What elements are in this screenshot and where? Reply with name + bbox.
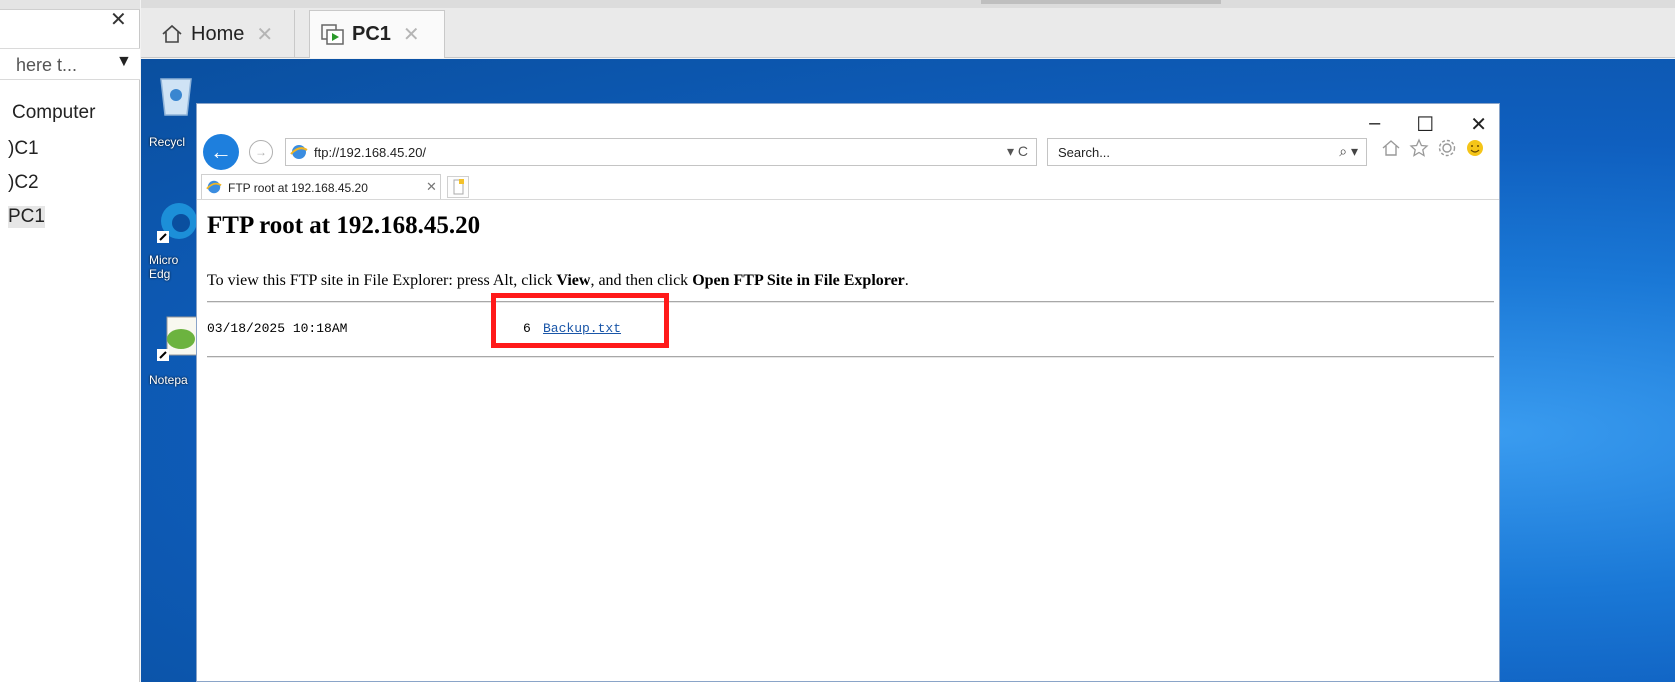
search-icon[interactable]: ⌕ ▾	[1339, 143, 1358, 160]
back-button[interactable]: ←	[203, 134, 239, 170]
search-placeholder: Search...	[1058, 145, 1111, 160]
divider-bottom	[207, 356, 1494, 358]
tab-divider	[197, 199, 1499, 200]
note-end: .	[904, 272, 909, 289]
library-search-text: here t...	[16, 55, 78, 75]
library-item-dc1[interactable]: )C1	[8, 138, 39, 160]
maximize-button[interactable]: ☐	[1416, 112, 1434, 137]
new-tab-button[interactable]	[447, 176, 469, 198]
tab-pc1-label: PC1	[352, 23, 391, 45]
library-item-my-computer[interactable]: Computer	[12, 102, 95, 124]
note-view: View	[556, 272, 591, 289]
internet-explorer-window: – ☐ ✕ ← → ftp://192.168.45.20/ ▾ C Searc…	[196, 103, 1500, 682]
address-bar[interactable]: ftp://192.168.45.20/ ▾ C	[285, 138, 1037, 166]
dropdown-arrow-icon[interactable]: ▼	[116, 53, 132, 71]
home-icon	[159, 23, 185, 45]
favorites-star-icon[interactable]	[1409, 138, 1429, 163]
edge-label: Micro Edg	[149, 253, 179, 281]
library-search-input[interactable]: here t... ▼	[0, 48, 140, 80]
new-tab-icon	[453, 179, 464, 195]
vm-running-icon	[320, 23, 346, 46]
library-item-pc1[interactable]: PC1	[8, 206, 45, 228]
tab-pc1-close-icon[interactable]: ✕	[403, 22, 420, 47]
home-icon[interactable]	[1381, 138, 1401, 163]
vm-tab-bar: Home ✕ PC1 ✕	[141, 0, 1675, 58]
back-arrow-icon: ←	[210, 139, 232, 164]
top-strip	[141, 0, 1675, 8]
ie-tab-icon	[206, 179, 222, 200]
library-panel: ✕ here t... ▼ Computer )C1 )C2 PC1	[0, 0, 140, 682]
top-strip-accent	[981, 0, 1221, 4]
tab-home-close-icon[interactable]: ✕	[256, 22, 273, 47]
highlight-box	[491, 293, 669, 348]
recycle-bin-label: Recycl	[149, 135, 186, 149]
settings-gear-icon[interactable]	[1437, 138, 1457, 163]
tab-pc1[interactable]: PC1 ✕	[309, 10, 445, 58]
close-button[interactable]: ✕	[1470, 112, 1487, 137]
notepad-plus-plus-label: Notepa	[149, 373, 188, 387]
file-date: 03/18/2025 10:18AM	[207, 321, 348, 336]
forward-arrow-icon: →	[255, 145, 267, 159]
browser-tab[interactable]: FTP root at 192.168.45.20 ✕	[201, 174, 441, 200]
tab-home-label: Home	[191, 22, 245, 45]
page-instruction: To view this FTP site in File Explorer: …	[207, 272, 909, 290]
forward-button[interactable]: →	[249, 140, 273, 164]
address-url: ftp://192.168.45.20/	[314, 145, 427, 160]
note-mid: , and then click	[590, 272, 693, 289]
browser-tab-close-icon[interactable]: ✕	[426, 179, 437, 195]
browser-toolbar-icons	[1381, 138, 1485, 163]
search-input[interactable]: Search... ⌕ ▾	[1047, 138, 1367, 166]
note-open-ftp: Open FTP Site in File Explorer	[692, 272, 905, 289]
divider-top	[207, 301, 1494, 303]
browser-tab-title: FTP root at 192.168.45.20	[228, 181, 368, 195]
library-item-dc2[interactable]: )C2	[8, 172, 39, 194]
page-title: FTP root at 192.168.45.20	[207, 212, 481, 239]
library-tree: Computer )C1 )C2 PC1	[0, 84, 140, 682]
feedback-smiley-icon[interactable]	[1465, 138, 1485, 163]
ie-page-icon	[290, 143, 308, 166]
window-controls: – ☐ ✕	[1369, 112, 1487, 137]
note-prefix: To view this FTP site in File Explorer: …	[207, 272, 557, 289]
refresh-icon[interactable]: ▾ C	[1007, 143, 1028, 160]
tab-home[interactable]: Home ✕	[149, 10, 295, 58]
library-close-icon[interactable]: ✕	[110, 8, 127, 32]
minimize-button[interactable]: –	[1369, 112, 1380, 137]
